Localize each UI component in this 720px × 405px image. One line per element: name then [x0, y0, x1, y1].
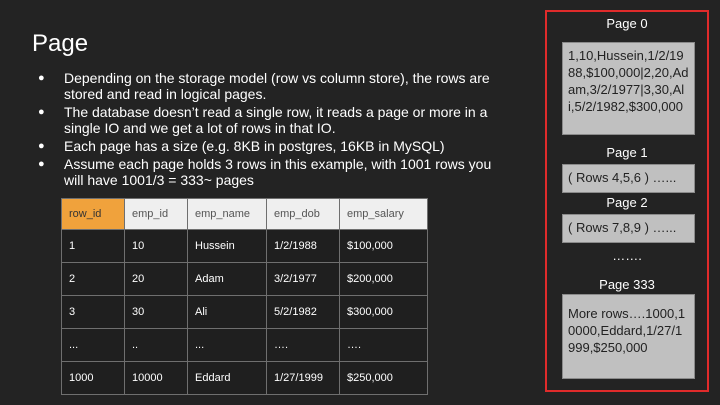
page-0-label: Page 0: [606, 16, 648, 31]
table-cell: ...: [61, 328, 125, 362]
column-header-emp-name: emp_name: [187, 198, 267, 230]
table-cell: 10000: [124, 361, 188, 395]
column-header-emp-id: emp_id: [124, 198, 188, 230]
table-cell: 10: [124, 229, 188, 263]
column-header-emp-salary: emp_salary: [339, 198, 428, 230]
table-cell: Hussein: [187, 229, 267, 263]
table-cell: $250,000: [339, 361, 428, 395]
table-cell: ..: [124, 328, 188, 362]
table-cell: 30: [124, 295, 188, 329]
page-2-label: Page 2: [606, 195, 648, 210]
page-0-box: 1,10,Hussein,1/2/1988,$100,000|2,20,Adam…: [562, 42, 695, 135]
page-1-box: ( Rows 4,5,6 ) …...: [562, 164, 695, 193]
table-cell: 3: [61, 295, 125, 329]
table-cell: Ali: [187, 295, 267, 329]
bullet-text: Depending on the storage model (row vs c…: [64, 70, 490, 102]
bullet-dot-icon: ●: [38, 158, 45, 170]
table-cell: Eddard: [187, 361, 267, 395]
table-cell: ….: [266, 328, 340, 362]
table-cell: 2: [61, 262, 125, 296]
table-row: ... .. ... …. ….: [61, 328, 428, 362]
bullet-item: ● The database doesn’t read a single row…: [38, 104, 508, 136]
employee-table: row_id emp_id emp_name emp_dob emp_salar…: [61, 198, 428, 395]
table-cell: 1/27/1999: [266, 361, 340, 395]
table-cell: $200,000: [339, 262, 428, 296]
table-row: 1000 10000 Eddard 1/27/1999 $250,000: [61, 361, 428, 395]
bullet-dot-icon: ●: [38, 106, 45, 118]
bullet-item: ● Each page has a size (e.g. 8KB in post…: [38, 138, 508, 154]
table-cell: 1/2/1988: [266, 229, 340, 263]
table-cell: ….: [339, 328, 428, 362]
slide-title: Page: [32, 30, 89, 57]
table-cell: 5/2/1982: [266, 295, 340, 329]
column-header-emp-dob: emp_dob: [266, 198, 340, 230]
page-2-box: ( Rows 7,8,9 ) …...: [562, 214, 695, 243]
bullet-dot-icon: ●: [38, 140, 45, 152]
page-1-label: Page 1: [606, 145, 648, 160]
page-333-label: Page 333: [599, 277, 655, 292]
table-cell: 3/2/1977: [266, 262, 340, 296]
table-cell: 1000: [61, 361, 125, 395]
table-row: 2 20 Adam 3/2/1977 $200,000: [61, 262, 428, 296]
table-cell: ...: [187, 328, 267, 362]
pages-ellipsis: …….: [612, 248, 642, 263]
table-cell: Adam: [187, 262, 267, 296]
bullet-text: The database doesn’t read a single row, …: [64, 104, 488, 136]
page-333-box: More rows….1000,10000,Eddard,1/27/1999,$…: [562, 294, 695, 379]
table-cell: 20: [124, 262, 188, 296]
bullet-text: Assume each page holds 3 rows in this ex…: [64, 156, 492, 188]
bullet-dot-icon: ●: [38, 72, 45, 84]
table-cell: $300,000: [339, 295, 428, 329]
bullet-list: ● Depending on the storage model (row vs…: [38, 70, 508, 190]
table-cell: 1: [61, 229, 125, 263]
bullet-item: ● Assume each page holds 3 rows in this …: [38, 156, 508, 188]
bullet-text: Each page has a size (e.g. 8KB in postgr…: [64, 138, 445, 154]
table-header-row: row_id emp_id emp_name emp_dob emp_salar…: [61, 198, 428, 230]
table-row: 1 10 Hussein 1/2/1988 $100,000: [61, 229, 428, 263]
table-row: 3 30 Ali 5/2/1982 $300,000: [61, 295, 428, 329]
bullet-item: ● Depending on the storage model (row vs…: [38, 70, 508, 102]
column-header-row-id: row_id: [61, 198, 125, 230]
table-cell: $100,000: [339, 229, 428, 263]
